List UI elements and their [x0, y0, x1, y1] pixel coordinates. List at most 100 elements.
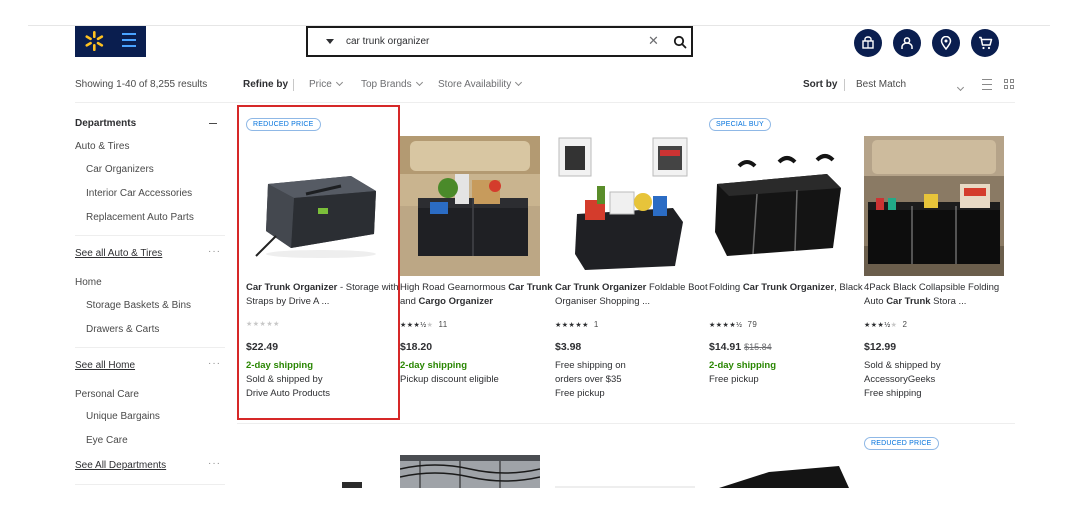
product-title-pre: High Road Gearnormous	[400, 282, 509, 293]
search-input[interactable]: car trunk organizer	[346, 36, 429, 47]
sidebar-item-car-organizers[interactable]: Car Organizers	[86, 164, 154, 175]
sidebar-item-personal-care[interactable]: Personal Care	[75, 389, 139, 400]
sidebar-item-unique-bargains[interactable]: Unique Bargains	[86, 411, 160, 422]
divider	[75, 102, 1015, 103]
more-icon[interactable]: ···	[208, 246, 221, 257]
see-all-auto-link[interactable]: See all Auto & Tires	[75, 248, 162, 259]
product-title-mid: and	[400, 296, 419, 307]
location-icon[interactable]	[932, 29, 960, 57]
rating-stars: ★★★½★ 2	[864, 320, 908, 329]
rating-stars: ★★★★½ 79	[709, 320, 758, 329]
shipping-label: Free shipping on	[555, 360, 626, 371]
product-price: $14.91 $15.84	[709, 341, 772, 353]
grid-view-icon[interactable]	[1004, 79, 1015, 90]
sort-select[interactable]: Best Match	[856, 79, 906, 90]
product-image[interactable]	[555, 136, 695, 276]
search-icon[interactable]	[673, 35, 687, 49]
rating-stars: ★★★★★ 1	[555, 320, 599, 329]
product-title[interactable]: 4Pack Black Collapsible Folding Auto Car…	[864, 281, 1019, 309]
divider	[75, 484, 225, 485]
product-title-rest: , Black	[834, 282, 863, 293]
pickup-label: Pickup discount eligible	[400, 374, 499, 385]
see-all-departments-link[interactable]: See All Departments	[75, 460, 166, 471]
product-image[interactable]	[400, 455, 540, 488]
product-title-bold: Car Trunk	[508, 282, 553, 293]
sidebar-item-home[interactable]: Home	[75, 277, 102, 288]
product-image[interactable]	[709, 462, 849, 488]
sidebar-item-storage-baskets[interactable]: Storage Baskets & Bins	[86, 300, 191, 311]
product-image[interactable]	[246, 478, 386, 488]
sidebar-item-replacement-auto-parts[interactable]: Replacement Auto Parts	[86, 212, 194, 223]
shipping-label: 2-day shipping	[709, 360, 777, 371]
product-image[interactable]	[400, 136, 540, 276]
shipping-threshold: orders over $35	[555, 374, 622, 385]
review-count: 2	[902, 320, 908, 329]
filter-price[interactable]: Price	[309, 78, 343, 90]
reduced-price-badge: REDUCED PRICE	[864, 437, 939, 450]
sidebar-item-auto-tires[interactable]: Auto & Tires	[75, 141, 129, 152]
reorder-icon[interactable]	[854, 29, 882, 57]
divider	[293, 79, 294, 91]
seller-label: Sold & shipped by	[864, 360, 941, 371]
results-count: Showing 1-40 of 8,255 results	[75, 79, 208, 90]
product-card[interactable]: Car Trunk Organizer Foldable Boot Organi…	[555, 110, 710, 415]
cart-icon[interactable]	[971, 29, 999, 57]
product-title[interactable]: Car Trunk Organizer Foldable Boot Organi…	[555, 281, 710, 309]
review-count: 11	[438, 320, 448, 329]
sidebar-item-drawers-carts[interactable]: Drawers & Carts	[86, 324, 159, 335]
collapse-icon[interactable]	[209, 123, 217, 124]
list-view-icon[interactable]	[982, 79, 992, 90]
product-image[interactable]	[864, 136, 1004, 276]
filter-store-availability-label: Store Availability	[438, 79, 512, 90]
walmart-logo-menu[interactable]	[75, 26, 146, 57]
filter-top-brands[interactable]: Top Brands	[361, 78, 423, 90]
chevron-down-icon	[335, 78, 343, 87]
product-title-bold: Car Trunk Organizer	[742, 282, 835, 293]
product-image[interactable]	[555, 480, 695, 488]
shipping-label: Free shipping	[864, 388, 922, 399]
divider	[844, 79, 845, 91]
product-title[interactable]: High Road Gearnormous Car Trunk and Carg…	[400, 281, 555, 309]
current-price: $14.91	[709, 341, 742, 353]
spark-logo-icon	[85, 31, 104, 51]
clear-icon[interactable]: ✕	[648, 34, 659, 48]
product-card[interactable]: 4Pack Black Collapsible Folding Auto Car…	[864, 110, 1016, 415]
refine-by-label: Refine by	[243, 79, 289, 90]
filter-store-availability[interactable]: Store Availability	[438, 78, 523, 90]
product-title-rest: Stora ...	[930, 296, 967, 307]
sort-by-label: Sort by	[803, 79, 838, 90]
product-title-bold2: Cargo Organizer	[418, 296, 493, 307]
product-price: $3.98	[555, 341, 582, 353]
departments-heading[interactable]: Departments	[75, 118, 136, 129]
chevron-down-icon	[415, 78, 423, 87]
seller-name: AccessoryGeeks	[864, 374, 936, 385]
product-title-pre: Folding	[709, 282, 743, 293]
divider	[237, 423, 1015, 424]
product-image[interactable]	[709, 136, 849, 276]
product-title-bold: Car Trunk Organizer	[555, 282, 647, 293]
product-card[interactable]: SPECIAL BUY Folding Car Trunk Organizer,…	[709, 110, 864, 415]
shipping-label: 2-day shipping	[400, 360, 468, 371]
product-card[interactable]: High Road Gearnormous Car Trunk and Carg…	[400, 110, 555, 415]
product-price: $12.99	[864, 341, 897, 353]
pickup-label: Free pickup	[709, 374, 759, 385]
see-all-home-link[interactable]: See all Home	[75, 360, 135, 371]
sidebar-item-interior-car-accessories[interactable]: Interior Car Accessories	[86, 188, 192, 199]
account-icon[interactable]	[893, 29, 921, 57]
divider	[75, 347, 225, 348]
sidebar-item-eye-care[interactable]: Eye Care	[86, 435, 128, 446]
department-dropdown-icon[interactable]	[326, 39, 334, 44]
more-icon[interactable]: ···	[208, 458, 221, 469]
review-count: 1	[593, 320, 599, 329]
product-title[interactable]: Folding Car Trunk Organizer, Black	[709, 281, 864, 295]
sort-chevron-down-icon[interactable]	[953, 79, 965, 97]
rating-stars: ★★★½★ 11	[400, 320, 448, 329]
product-price: $18.20	[400, 341, 433, 353]
menu-icon[interactable]	[122, 33, 136, 49]
was-price: $15.84	[744, 342, 772, 352]
review-count: 79	[747, 320, 758, 329]
product-title-bold: Car Trunk	[886, 296, 931, 307]
search-bar[interactable]: car trunk organizer ✕	[306, 26, 693, 57]
more-icon[interactable]: ···	[208, 358, 221, 369]
filter-price-label: Price	[309, 79, 332, 90]
